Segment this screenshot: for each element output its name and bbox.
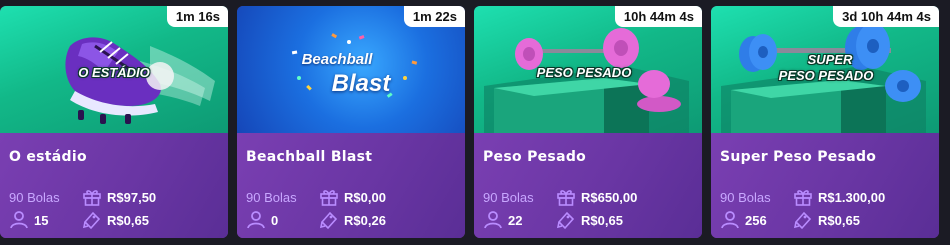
gift-icon bbox=[82, 187, 102, 207]
ball-count: 90 Bolas bbox=[246, 187, 297, 207]
countdown-timer: 3d 10h 44m 4s bbox=[833, 6, 939, 27]
prize-amount: R$650,00 bbox=[556, 187, 637, 207]
banner-title: PESO PESADO bbox=[536, 65, 632, 80]
gift-icon bbox=[556, 187, 576, 207]
ticket-icon bbox=[556, 210, 576, 230]
room-card-peso-pesado[interactable]: PESO PESADO 10h 44m 4s Peso Pesado 90 Bo… bbox=[474, 6, 702, 238]
prize-value: R$0,00 bbox=[344, 189, 386, 205]
player-count: 0 bbox=[246, 210, 278, 230]
ticket-price: R$0,65 bbox=[556, 210, 623, 230]
banner-title-line1: SUPER bbox=[807, 52, 853, 67]
player-count-value: 22 bbox=[508, 212, 523, 228]
user-icon bbox=[246, 210, 266, 230]
room-card-o-estadio[interactable]: O ESTÁDIO 1m 16s O estádio 90 Bolas 15 R… bbox=[0, 6, 228, 238]
player-count: 22 bbox=[483, 210, 522, 230]
prize-value: R$1.300,00 bbox=[818, 189, 886, 205]
player-count-value: 0 bbox=[271, 212, 279, 228]
prize-value: R$97,50 bbox=[107, 189, 157, 205]
ticket-price-value: R$0,65 bbox=[107, 212, 149, 228]
prize-amount: R$1.300,00 bbox=[793, 187, 885, 207]
countdown-timer: 1m 16s bbox=[166, 6, 228, 27]
ball-count-label: 90 Bolas bbox=[9, 189, 60, 205]
ball-count-label: 90 Bolas bbox=[483, 189, 534, 205]
room-info-panel: O estádio 90 Bolas 15 R$97,50 R$0,65 bbox=[0, 133, 228, 238]
user-icon bbox=[720, 210, 740, 230]
player-count: 256 bbox=[720, 210, 767, 230]
banner-title-line2: Blast bbox=[331, 70, 391, 97]
banner-title-line1: Beachball bbox=[301, 51, 373, 68]
gift-icon bbox=[793, 187, 813, 207]
user-icon bbox=[483, 210, 503, 230]
user-icon bbox=[9, 210, 29, 230]
ball-count: 90 Bolas bbox=[720, 187, 771, 207]
ticket-price: R$0,65 bbox=[82, 210, 149, 230]
room-title: Super Peso Pesado bbox=[720, 149, 877, 165]
ticket-icon bbox=[793, 210, 813, 230]
ball-count: 90 Bolas bbox=[9, 187, 60, 207]
countdown-timer: 10h 44m 4s bbox=[614, 6, 702, 27]
room-banner[interactable]: Beachball Blast 1m 22s bbox=[237, 6, 465, 133]
room-banner[interactable]: O ESTÁDIO 1m 16s bbox=[0, 6, 228, 133]
room-banner[interactable]: PESO PESADO 10h 44m 4s bbox=[474, 6, 702, 133]
room-title: O estádio bbox=[9, 149, 87, 165]
prize-amount: R$0,00 bbox=[319, 187, 386, 207]
room-title: Beachball Blast bbox=[246, 149, 373, 165]
ball-count: 90 Bolas bbox=[483, 187, 534, 207]
gift-icon bbox=[319, 187, 339, 207]
prize-amount: R$97,50 bbox=[82, 187, 156, 207]
ticket-price: R$0,65 bbox=[793, 210, 860, 230]
ticket-icon bbox=[319, 210, 339, 230]
room-card-super-peso-pesado[interactable]: SUPER PESO PESADO 3d 10h 44m 4s Super Pe… bbox=[711, 6, 939, 238]
ticket-price-value: R$0,65 bbox=[581, 212, 623, 228]
player-count-value: 256 bbox=[745, 212, 767, 228]
room-title: Peso Pesado bbox=[483, 149, 587, 165]
room-info-panel: Super Peso Pesado 90 Bolas 256 R$1.300,0… bbox=[711, 133, 939, 238]
banner-title: O ESTÁDIO bbox=[78, 65, 150, 80]
ball-count-label: 90 Bolas bbox=[720, 189, 771, 205]
ball-count-label: 90 Bolas bbox=[246, 189, 297, 205]
room-info-panel: Beachball Blast 90 Bolas 0 R$0,00 R$0,26 bbox=[237, 133, 465, 238]
prize-value: R$650,00 bbox=[581, 189, 638, 205]
countdown-timer: 1m 22s bbox=[403, 6, 465, 27]
room-banner[interactable]: SUPER PESO PESADO 3d 10h 44m 4s bbox=[711, 6, 939, 133]
ticket-icon bbox=[82, 210, 102, 230]
player-count-value: 15 bbox=[34, 212, 49, 228]
room-info-panel: Peso Pesado 90 Bolas 22 R$650,00 R$0,65 bbox=[474, 133, 702, 238]
ticket-price: R$0,26 bbox=[319, 210, 386, 230]
room-card-beachball-blast[interactable]: Beachball Blast 1m 22s Beachball Blast 9… bbox=[237, 6, 465, 238]
ticket-price-value: R$0,26 bbox=[344, 212, 386, 228]
ticket-price-value: R$0,65 bbox=[818, 212, 860, 228]
player-count: 15 bbox=[9, 210, 48, 230]
bingo-room-list: O ESTÁDIO 1m 16s O estádio 90 Bolas 15 R… bbox=[0, 0, 950, 245]
banner-title-line2: PESO PESADO bbox=[778, 68, 874, 83]
